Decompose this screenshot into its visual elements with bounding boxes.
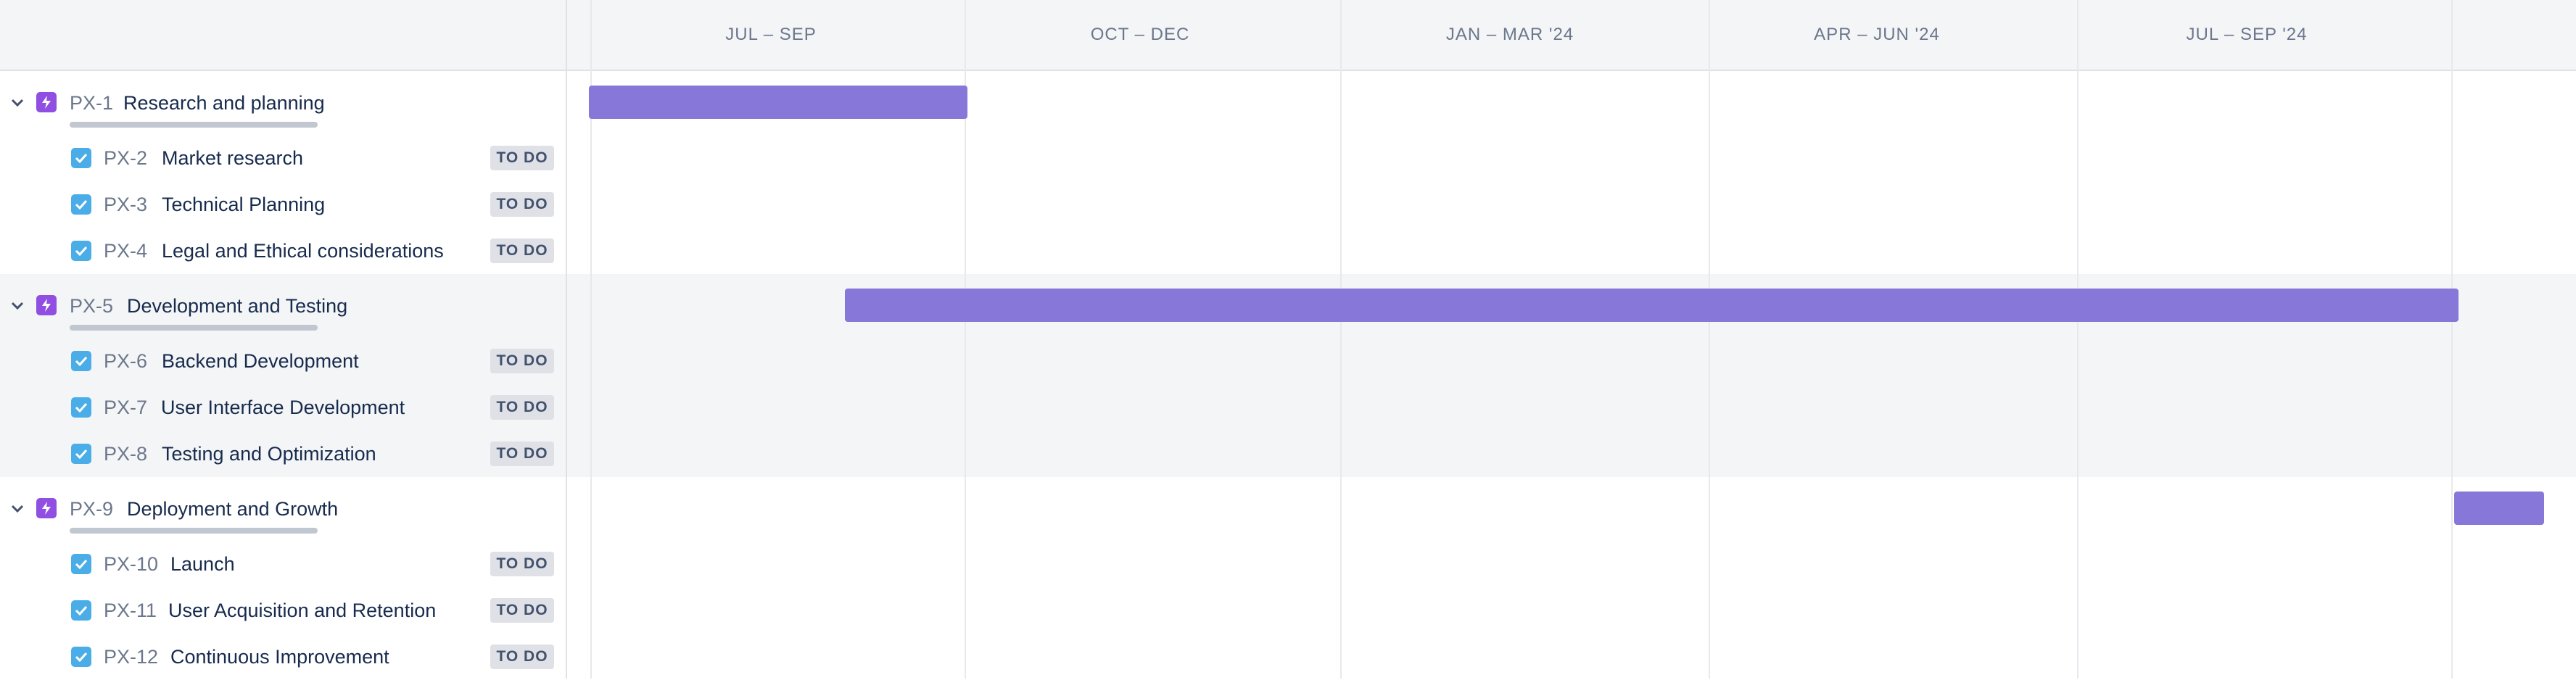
timeline-pane[interactable]: JUL – SEP OCT – DEC JAN – MAR '24 APR – … xyxy=(567,0,2576,679)
epic-lightning-icon xyxy=(36,498,57,518)
task-row-px-12[interactable]: PX-12 Continuous Improvement TO DO xyxy=(0,634,566,680)
quarter-label: JAN – MAR '24 xyxy=(1445,25,1574,44)
issue-key[interactable]: PX-5 xyxy=(70,283,113,329)
checkbox-icon xyxy=(71,241,91,261)
issue-key[interactable]: PX-10 xyxy=(104,541,158,587)
quarter-label: JUL – SEP xyxy=(725,25,817,44)
task-row-px-10[interactable]: PX-10 Launch TO DO xyxy=(0,541,566,587)
status-badge[interactable]: TO DO xyxy=(490,239,554,263)
issue-summary[interactable]: Development and Testing xyxy=(127,283,347,329)
epic-progress-bar xyxy=(70,122,318,128)
epic-lightning-icon xyxy=(36,92,57,112)
task-row-px-11[interactable]: PX-11 User Acquisition and Retention TO … xyxy=(0,587,566,634)
chevron-down-icon[interactable] xyxy=(9,500,26,518)
checkbox-icon xyxy=(71,194,91,215)
status-badge[interactable]: TO DO xyxy=(490,349,554,373)
status-badge[interactable]: TO DO xyxy=(490,598,554,623)
epic-row-px-1[interactable]: PX-1 Research and planning xyxy=(0,80,566,128)
issue-key[interactable]: PX-11 xyxy=(104,587,157,634)
checkbox-icon xyxy=(71,148,91,168)
task-row-px-6[interactable]: PX-6 Backend Development TO DO xyxy=(0,338,566,384)
checkbox-icon xyxy=(71,554,91,574)
checkbox-icon xyxy=(71,444,91,464)
quarter-label: APR – JUN '24 xyxy=(1814,25,1940,44)
issue-list-header xyxy=(0,0,566,71)
quarter-divider xyxy=(1709,0,1710,679)
quarter-label xyxy=(2434,0,2576,70)
status-badge[interactable]: TO DO xyxy=(490,644,554,669)
issue-summary[interactable]: Testing and Optimization xyxy=(162,431,376,477)
epic-progress-bar xyxy=(70,325,318,331)
issue-key[interactable]: PX-3 xyxy=(104,181,147,228)
issue-summary[interactable]: Backend Development xyxy=(162,338,359,384)
status-badge[interactable]: TO DO xyxy=(490,395,554,420)
checkbox-icon xyxy=(71,647,91,667)
epic-row-px-5[interactable]: PX-5 Development and Testing xyxy=(0,283,566,331)
issue-key[interactable]: PX-9 xyxy=(70,486,113,532)
issue-key[interactable]: PX-2 xyxy=(104,135,147,181)
issue-summary[interactable]: Launch xyxy=(170,541,235,587)
status-badge[interactable]: TO DO xyxy=(490,192,554,217)
timeline-bar-px-5[interactable] xyxy=(845,289,2459,322)
status-badge[interactable]: TO DO xyxy=(490,441,554,466)
epic-row-px-9[interactable]: PX-9 Deployment and Growth xyxy=(0,486,566,534)
issue-key[interactable]: PX-6 xyxy=(104,338,147,384)
issue-summary[interactable]: User Acquisition and Retention xyxy=(168,587,436,634)
task-row-px-2[interactable]: PX-2 Market research TO DO xyxy=(0,135,566,181)
checkbox-icon xyxy=(71,600,91,621)
task-row-px-7[interactable]: PX-7 User Interface Development TO DO xyxy=(0,384,566,431)
checkbox-icon xyxy=(71,351,91,371)
epic-progress-bar xyxy=(70,528,318,534)
timeline-bar-px-9[interactable] xyxy=(2454,492,2544,525)
task-row-px-3[interactable]: PX-3 Technical Planning TO DO xyxy=(0,181,566,228)
issue-summary[interactable]: Continuous Improvement xyxy=(170,634,389,680)
issue-summary[interactable]: Research and planning xyxy=(123,80,325,126)
issue-key[interactable]: PX-8 xyxy=(104,431,147,477)
status-badge[interactable]: TO DO xyxy=(490,552,554,576)
issue-summary[interactable]: Deployment and Growth xyxy=(127,486,338,532)
issue-key[interactable]: PX-12 xyxy=(104,634,158,680)
status-badge[interactable]: TO DO xyxy=(490,146,554,170)
epic-lightning-icon xyxy=(36,295,57,315)
quarter-divider xyxy=(2077,0,2078,679)
quarter-divider xyxy=(2451,0,2453,679)
quarter-divider xyxy=(1340,0,1342,679)
task-row-px-8[interactable]: PX-8 Testing and Optimization TO DO xyxy=(0,431,566,477)
quarter-label: OCT – DEC xyxy=(1090,25,1190,44)
chevron-down-icon[interactable] xyxy=(9,297,26,315)
chevron-down-icon[interactable] xyxy=(9,94,26,112)
issue-summary[interactable]: Market research xyxy=(162,135,303,181)
timeline-bar-px-1[interactable] xyxy=(589,86,967,119)
issue-summary[interactable]: User Interface Development xyxy=(161,384,405,431)
issue-key[interactable]: PX-4 xyxy=(104,228,147,274)
issue-summary[interactable]: Legal and Ethical considerations xyxy=(162,228,444,274)
timeline-header: JUL – SEP OCT – DEC JAN – MAR '24 APR – … xyxy=(567,0,2576,71)
issue-key[interactable]: PX-7 xyxy=(104,384,147,431)
issue-summary[interactable]: Technical Planning xyxy=(162,181,325,228)
task-row-px-4[interactable]: PX-4 Legal and Ethical considerations TO… xyxy=(0,228,566,274)
issue-key[interactable]: PX-1 xyxy=(70,80,113,126)
issue-list-pane: PX-1 Research and planning PX-2 Market r… xyxy=(0,0,567,679)
quarter-label: JUL – SEP '24 xyxy=(2186,25,2308,44)
checkbox-icon xyxy=(71,397,91,418)
